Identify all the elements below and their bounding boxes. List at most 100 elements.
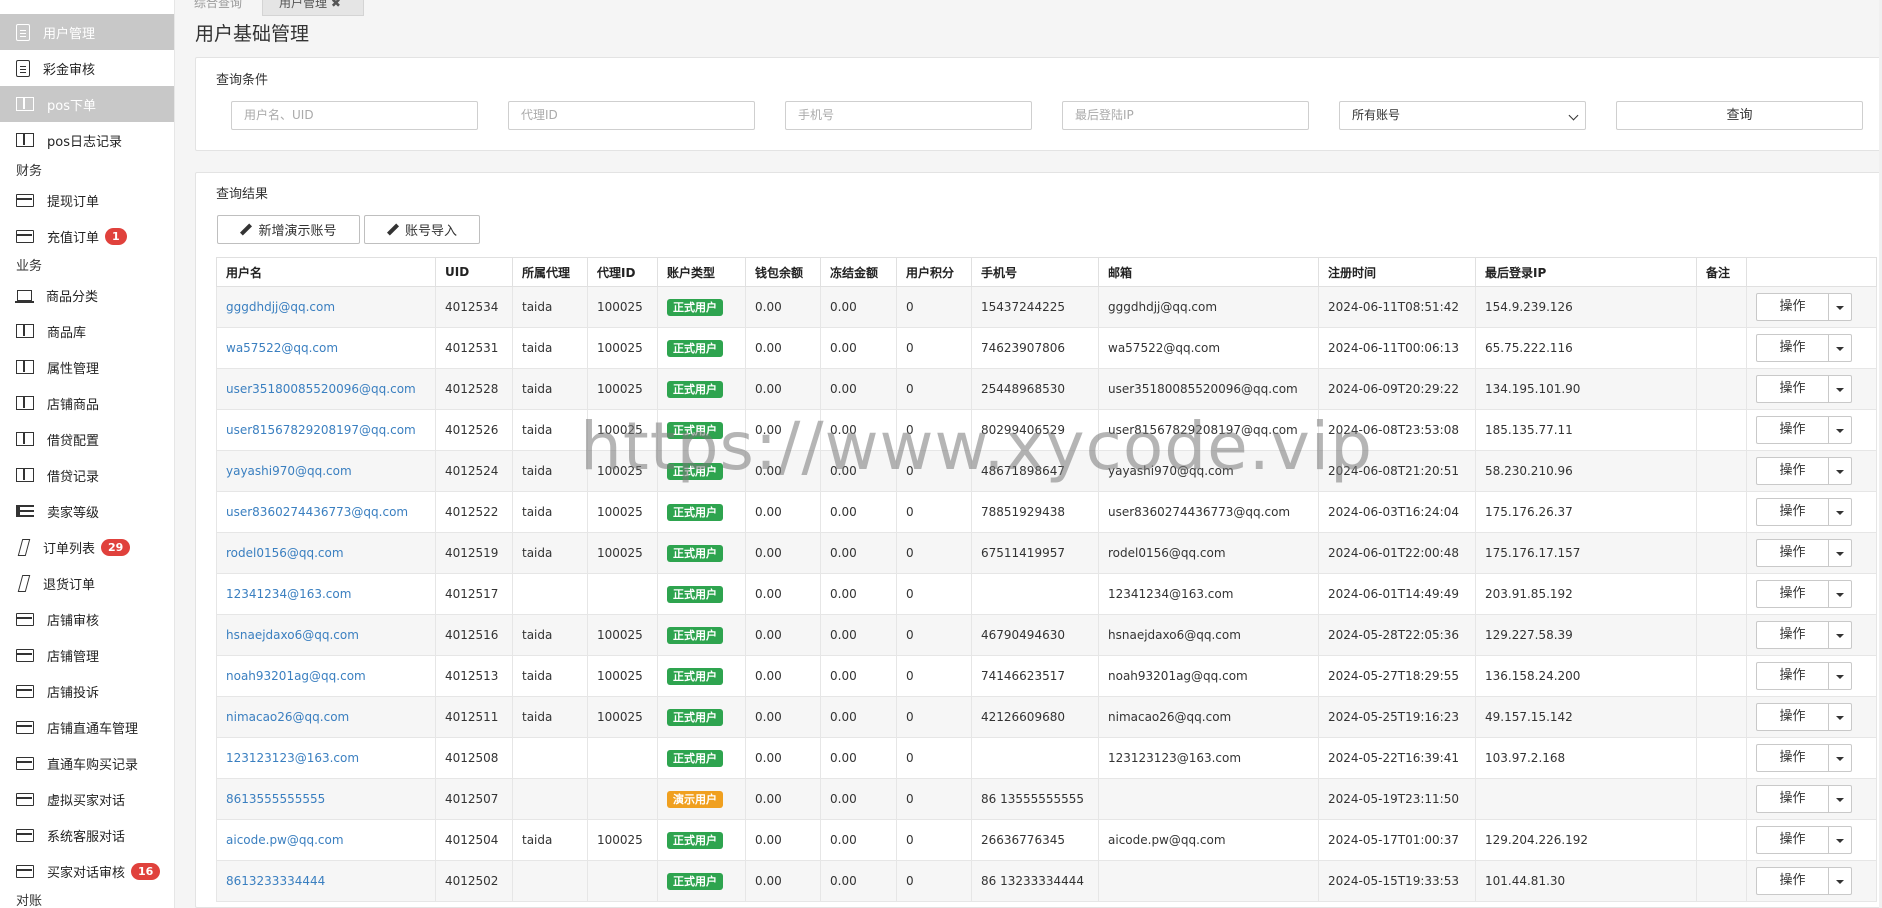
page-title: 用户基础管理 xyxy=(195,23,310,45)
action-button[interactable]: 操作 xyxy=(1757,581,1829,607)
sidebar-item[interactable]: 商品库 xyxy=(0,313,174,349)
action-button[interactable]: 操作 xyxy=(1757,786,1829,812)
caret-down-icon[interactable] xyxy=(1829,704,1851,730)
action-button-group[interactable]: 操作 xyxy=(1756,293,1852,321)
username-link[interactable]: 123123123@163.com xyxy=(216,737,436,779)
sidebar-item[interactable]: 订单列表 29 xyxy=(0,529,174,565)
sidebar-item-user-management[interactable]: 用户管理 xyxy=(0,14,174,50)
sidebar-item[interactable]: 虚拟买家对话 xyxy=(0,781,174,817)
action-button[interactable]: 操作 xyxy=(1757,868,1829,894)
caret-down-icon[interactable] xyxy=(1829,622,1851,648)
caret-down-icon[interactable] xyxy=(1829,499,1851,525)
caret-down-icon[interactable] xyxy=(1829,417,1851,443)
action-button[interactable]: 操作 xyxy=(1757,499,1829,525)
action-button[interactable]: 操作 xyxy=(1757,294,1829,320)
sidebar-item[interactable]: 系统客服对话 xyxy=(0,817,174,853)
last-ip-input[interactable]: 最后登陆IP xyxy=(1062,101,1309,130)
username-link[interactable]: 8613555555555 xyxy=(216,778,436,820)
action-button-group[interactable]: 操作 xyxy=(1756,375,1852,403)
username-link[interactable]: hsnaejdaxo6@qq.com xyxy=(216,614,436,656)
sidebar-item-pos-log[interactable]: pos日志记录 xyxy=(0,122,174,158)
phone-input[interactable]: 手机号 xyxy=(785,101,1032,130)
username-input[interactable]: 用户名、UID xyxy=(231,101,478,130)
sidebar-item-bonus-review[interactable]: 彩金审核 xyxy=(0,50,174,86)
add-demo-account-button[interactable]: 新增演示账号 xyxy=(217,215,360,244)
sidebar-item[interactable]: 卖家等级 xyxy=(0,493,174,529)
username-link[interactable]: user35180085520096@qq.com xyxy=(216,368,436,410)
username-link[interactable]: user8360274436773@qq.com xyxy=(216,491,436,533)
sidebar-item[interactable]: 店铺管理 xyxy=(0,637,174,673)
action-button-group[interactable]: 操作 xyxy=(1756,334,1852,362)
caret-down-icon[interactable] xyxy=(1829,827,1851,853)
username-link[interactable]: nimacao26@qq.com xyxy=(216,696,436,738)
username-link[interactable]: wa57522@qq.com xyxy=(216,327,436,369)
username-link[interactable]: rodel0156@qq.com xyxy=(216,532,436,574)
action-button[interactable]: 操作 xyxy=(1757,745,1829,771)
caret-down-icon[interactable] xyxy=(1829,376,1851,402)
table-cell: 正式用户 xyxy=(657,532,746,574)
action-button-group[interactable]: 操作 xyxy=(1756,826,1852,854)
table-cell: 74146623517 xyxy=(971,655,1099,697)
action-button-group[interactable]: 操作 xyxy=(1756,703,1852,731)
sidebar-item[interactable]: 店铺商品 xyxy=(0,385,174,421)
action-button-group[interactable]: 操作 xyxy=(1756,539,1852,567)
sidebar-item[interactable]: 商品分类 xyxy=(0,277,174,313)
action-button-group[interactable]: 操作 xyxy=(1756,744,1852,772)
username-link[interactable]: 8613233334444 xyxy=(216,860,436,902)
username-link[interactable]: 12341234@163.com xyxy=(216,573,436,615)
action-button[interactable]: 操作 xyxy=(1757,458,1829,484)
caret-down-icon[interactable] xyxy=(1829,581,1851,607)
action-button-group[interactable]: 操作 xyxy=(1756,662,1852,690)
username-link[interactable]: aicode.pw@qq.com xyxy=(216,819,436,861)
action-button[interactable]: 操作 xyxy=(1757,827,1829,853)
action-button[interactable]: 操作 xyxy=(1757,417,1829,443)
action-button[interactable]: 操作 xyxy=(1757,704,1829,730)
caret-down-icon[interactable] xyxy=(1829,663,1851,689)
sidebar-item[interactable]: 买家对话审核 16 xyxy=(0,853,174,889)
action-button-group[interactable]: 操作 xyxy=(1756,580,1852,608)
sidebar-item[interactable]: 充值订单 1 xyxy=(0,218,174,254)
username-link[interactable]: user81567829208197@qq.com xyxy=(216,409,436,451)
caret-down-icon[interactable] xyxy=(1829,540,1851,566)
action-button[interactable]: 操作 xyxy=(1757,622,1829,648)
sidebar-item-label: 借贷配置 xyxy=(47,433,100,449)
table-cell: 0.00 xyxy=(820,532,897,574)
table-cell xyxy=(971,737,1099,779)
sidebar-item[interactable]: 直通车购买记录 xyxy=(0,745,174,781)
agent-id-input[interactable]: 代理ID xyxy=(508,101,755,130)
action-button-group[interactable]: 操作 xyxy=(1756,416,1852,444)
sidebar-item[interactable]: 借贷记录 xyxy=(0,457,174,493)
username-link[interactable]: yayashi970@qq.com xyxy=(216,450,436,492)
action-button-group[interactable]: 操作 xyxy=(1756,785,1852,813)
account-type-select[interactable]: 所有账号 xyxy=(1339,101,1586,130)
sidebar-item[interactable]: 退货订单 xyxy=(0,565,174,601)
import-account-button[interactable]: 账号导入 xyxy=(364,215,480,244)
sidebar-item[interactable]: 属性管理 xyxy=(0,349,174,385)
action-button-group[interactable]: 操作 xyxy=(1756,867,1852,895)
action-button-group[interactable]: 操作 xyxy=(1756,498,1852,526)
sidebar-item[interactable]: 店铺审核 xyxy=(0,601,174,637)
caret-down-icon[interactable] xyxy=(1829,745,1851,771)
sidebar-item-pos-order[interactable]: pos下单 xyxy=(0,86,174,122)
action-button[interactable]: 操作 xyxy=(1757,376,1829,402)
action-button-group[interactable]: 操作 xyxy=(1756,457,1852,485)
table-cell: wa57522@qq.com xyxy=(1098,327,1319,369)
username-link[interactable]: noah93201ag@qq.com xyxy=(216,655,436,697)
action-button-group[interactable]: 操作 xyxy=(1756,621,1852,649)
caret-down-icon[interactable] xyxy=(1829,868,1851,894)
action-button[interactable]: 操作 xyxy=(1757,663,1829,689)
sidebar-item[interactable]: 借贷配置 xyxy=(0,421,174,457)
query-button[interactable]: 查询 xyxy=(1616,101,1863,130)
action-button[interactable]: 操作 xyxy=(1757,335,1829,361)
caret-down-icon[interactable] xyxy=(1829,294,1851,320)
username-link[interactable]: gggdhdjj@qq.com xyxy=(216,286,436,328)
caret-down-icon[interactable] xyxy=(1829,786,1851,812)
caret-down-icon[interactable] xyxy=(1829,458,1851,484)
tab-user-management[interactable]: 用户管理 ✖ xyxy=(262,0,364,16)
sidebar-item[interactable]: 店铺直通车管理 xyxy=(0,709,174,745)
caret-down-icon[interactable] xyxy=(1829,335,1851,361)
sidebar-item[interactable]: 店铺投诉 xyxy=(0,673,174,709)
action-button[interactable]: 操作 xyxy=(1757,540,1829,566)
sidebar-item[interactable]: 提现订单 xyxy=(0,182,174,218)
tab-overview[interactable]: 综合查询 xyxy=(190,0,246,10)
